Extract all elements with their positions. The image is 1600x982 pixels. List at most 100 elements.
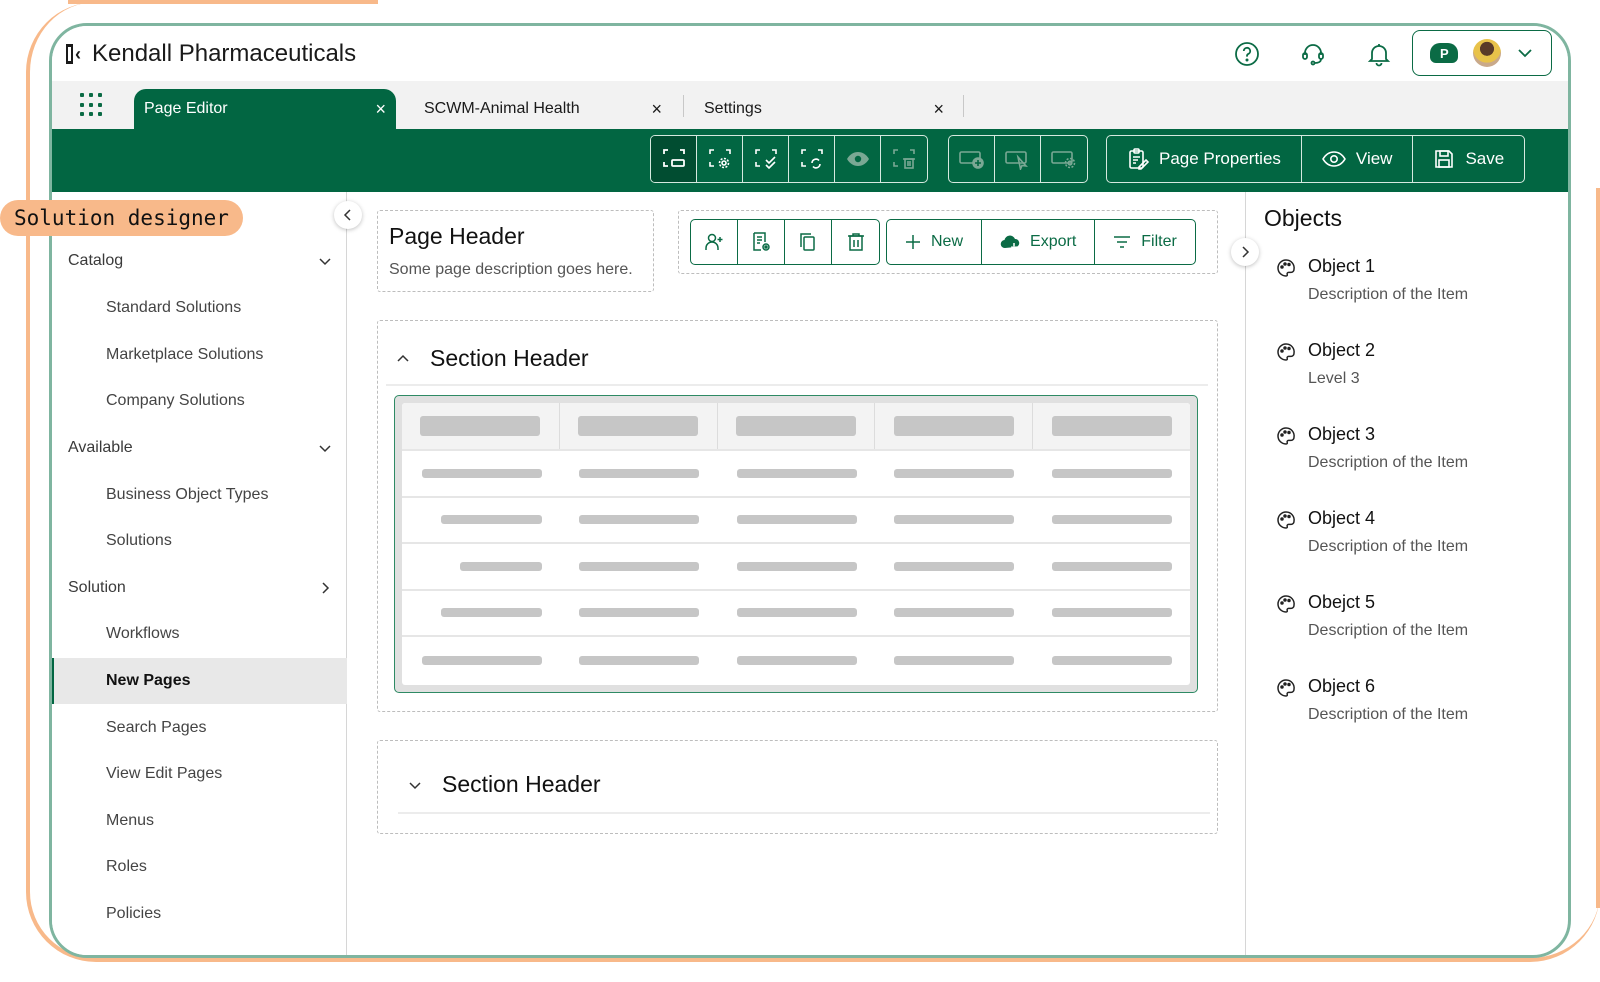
sidebar-item-standard-solutions[interactable]: Standard Solutions xyxy=(106,299,241,317)
palette-icon xyxy=(1276,342,1296,362)
close-icon[interactable]: × xyxy=(651,99,662,120)
skeleton-cell xyxy=(1032,451,1190,496)
cloud-profile-icon: P xyxy=(1430,43,1459,63)
chevron-down-icon[interactable] xyxy=(408,778,422,792)
filter-button[interactable]: Filter xyxy=(1095,220,1195,264)
sidebar-item-policies[interactable]: Policies xyxy=(106,905,161,923)
skeleton-cell xyxy=(402,451,560,496)
sidebar-item-business-object-types[interactable]: Business Object Types xyxy=(106,486,268,504)
skeleton-cell xyxy=(717,451,875,496)
sidebar-item-menus[interactable]: Menus xyxy=(106,812,154,830)
collapse-sidebar-button[interactable] xyxy=(334,201,362,229)
add-button-icon[interactable] xyxy=(949,136,995,182)
skeleton-placeholder xyxy=(579,655,700,665)
skeleton-cell xyxy=(1032,498,1190,543)
new-label: New xyxy=(931,233,964,250)
chevron-up-icon[interactable] xyxy=(396,352,410,366)
sidebar-item-search-pages[interactable]: Search Pages xyxy=(106,719,207,737)
brand-logo-icon: ‹ xyxy=(66,44,86,64)
chevron-right-icon xyxy=(1242,246,1250,258)
skeleton-placeholder xyxy=(1051,515,1172,525)
skeleton-placeholder xyxy=(736,468,857,478)
sidebar-group-catalog[interactable]: Catalog xyxy=(68,249,332,273)
skeleton-placeholder xyxy=(894,468,1015,478)
page-properties-button[interactable]: Page Properties xyxy=(1107,136,1302,182)
notification-bell-icon[interactable] xyxy=(1365,40,1393,68)
sidebar-item-new-pages[interactable]: New Pages xyxy=(52,658,347,704)
expand-panel-button[interactable] xyxy=(1231,238,1259,266)
skeleton-cell xyxy=(875,451,1033,496)
apps-grid-icon[interactable] xyxy=(80,93,104,117)
trash-icon[interactable] xyxy=(832,220,879,264)
new-button[interactable]: New xyxy=(887,220,983,264)
chevron-left-icon xyxy=(343,209,351,221)
copy-icon[interactable] xyxy=(785,220,832,264)
object-name: Object 2 xyxy=(1308,340,1376,360)
sidebar-group-available[interactable]: Available xyxy=(68,436,332,460)
palette-icon xyxy=(1276,594,1296,614)
document-preview-icon[interactable] xyxy=(738,220,785,264)
tab-bar: Page Editor × SCWM-Animal Health × Setti… xyxy=(52,81,1568,129)
tab-scwm-animal-health[interactable]: SCWM-Animal Health × xyxy=(414,89,672,129)
plus-icon xyxy=(906,235,920,249)
sidebar-item-company-solutions[interactable]: Company Solutions xyxy=(106,392,245,410)
export-button[interactable]: Export xyxy=(982,220,1096,264)
sidebar-item-workflows[interactable]: Workflows xyxy=(106,625,180,643)
sidebar-item-roles[interactable]: Roles xyxy=(106,858,147,876)
select-button-icon[interactable] xyxy=(995,136,1041,182)
skeleton-placeholder xyxy=(579,515,700,525)
sidebar-item-view-edit-pages[interactable]: View Edit Pages xyxy=(106,765,222,783)
skeleton-cell xyxy=(717,544,875,589)
skeleton-cell xyxy=(717,591,875,636)
sidebar-item-marketplace-solutions[interactable]: Marketplace Solutions xyxy=(106,346,263,364)
help-icon[interactable] xyxy=(1233,40,1261,68)
tab-label: Settings xyxy=(704,100,762,117)
save-button[interactable]: Save xyxy=(1413,136,1524,182)
table-row xyxy=(402,451,1190,498)
select-field-icon[interactable] xyxy=(651,136,697,182)
field-settings-icon[interactable] xyxy=(697,136,743,182)
close-icon[interactable]: × xyxy=(375,99,386,120)
table-row xyxy=(402,498,1190,544)
preview-eye-icon[interactable] xyxy=(835,136,881,182)
tab-page-editor[interactable]: Page Editor × xyxy=(134,89,396,129)
refresh-field-icon[interactable] xyxy=(789,136,835,182)
section-header[interactable]: Section Header xyxy=(408,771,601,798)
page-actions-block: New Export Filter xyxy=(678,210,1218,274)
section-header[interactable]: Section Header xyxy=(396,345,589,372)
sidebar: Catalog Standard Solutions Marketplace S… xyxy=(52,192,347,955)
skeleton-cell xyxy=(560,498,718,543)
support-headset-icon[interactable] xyxy=(1299,40,1327,68)
text-actions-group: New Export Filter xyxy=(886,219,1196,265)
eye-icon xyxy=(1321,151,1346,167)
skeleton-placeholder xyxy=(1051,561,1172,571)
palette-icon xyxy=(1276,258,1296,278)
skeleton-placeholder xyxy=(1051,416,1172,436)
top-icons xyxy=(1233,40,1393,68)
clipboard-edit-icon xyxy=(1129,148,1149,170)
chevron-down-icon xyxy=(1518,49,1532,58)
validate-field-icon[interactable] xyxy=(743,136,789,182)
close-icon[interactable]: × xyxy=(933,99,944,120)
skeleton-cell xyxy=(875,544,1033,589)
skeleton-cell xyxy=(717,498,875,543)
chevron-down-icon xyxy=(319,258,331,266)
skeleton-placeholder xyxy=(894,561,1015,571)
user-menu[interactable]: P xyxy=(1412,30,1552,76)
object-description: Description of the Item xyxy=(1308,454,1469,471)
tab-settings[interactable]: Settings × xyxy=(694,89,954,129)
brand[interactable]: ‹ Kendall Pharmaceuticals xyxy=(66,40,356,68)
view-button[interactable]: View xyxy=(1302,136,1414,182)
page-title: Page Header xyxy=(389,223,525,249)
sidebar-group-solution[interactable]: Solution xyxy=(68,576,332,600)
button-settings-icon[interactable] xyxy=(1041,136,1087,182)
delete-field-icon[interactable] xyxy=(881,136,927,182)
editor-toolbar: Page Properties View Save xyxy=(52,129,1568,192)
table-row xyxy=(402,637,1190,684)
skeleton-placeholder xyxy=(421,655,542,665)
export-label: Export xyxy=(1030,233,1077,250)
sidebar-item-solutions[interactable]: Solutions xyxy=(106,532,172,550)
button-tools-group xyxy=(948,135,1088,183)
add-user-icon[interactable] xyxy=(691,220,738,264)
page-header-block[interactable]: Page Header Some page description goes h… xyxy=(377,210,654,292)
